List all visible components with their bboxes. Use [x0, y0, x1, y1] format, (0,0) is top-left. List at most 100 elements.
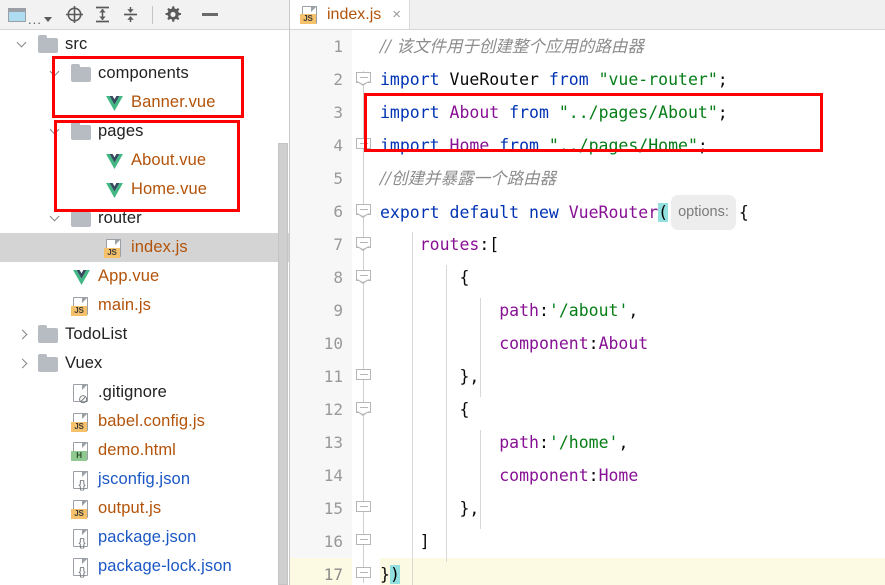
project-tree[interactable]: src components Banner.vue pages About.vue Hom…: [0, 30, 289, 585]
tree-item-home-vue[interactable]: Home.vue: [0, 175, 289, 204]
tree-item-todolist[interactable]: TodoList: [0, 320, 289, 349]
code-line[interactable]: path:'/home',: [380, 426, 885, 459]
tree-item-about-vue[interactable]: About.vue: [0, 146, 289, 175]
fold-toggle[interactable]: [356, 534, 371, 549]
tree-item-label: babel.config.js: [98, 412, 205, 430]
code-token: About: [449, 103, 510, 122]
tree-item-router[interactable]: router: [0, 204, 289, 233]
close-icon[interactable]: ×: [392, 7, 401, 22]
code-token: // 该文件用于创建整个应用的路由器: [380, 37, 644, 56]
code-token: :: [588, 334, 599, 353]
code-line[interactable]: import Home from "../pages/Home";: [380, 129, 885, 162]
tree-no-arrow: [48, 414, 63, 429]
tab-index-js[interactable]: JS index.js ×: [290, 0, 411, 29]
fold-toggle[interactable]: [356, 237, 371, 252]
code-token: VueRouter: [568, 203, 659, 222]
code-line[interactable]: {: [380, 393, 885, 426]
tree-item-label: router: [98, 209, 142, 227]
code-token: }: [380, 565, 390, 584]
fold-toggle[interactable]: [356, 369, 371, 384]
line-number: 16: [323, 532, 343, 551]
code-line[interactable]: },: [380, 492, 885, 525]
tree-item-main-js[interactable]: JS main.js: [0, 291, 289, 320]
fold-toggle[interactable]: [356, 138, 371, 153]
select-opened-file-button[interactable]: [62, 3, 88, 27]
ide-window: ... src components Banner.vue pages Abou…: [0, 0, 885, 585]
fold-toggle[interactable]: [356, 270, 371, 285]
tree-item-app-vue[interactable]: App.vue: [0, 262, 289, 291]
code-line[interactable]: {: [380, 261, 885, 294]
vue-file-icon: [71, 267, 93, 287]
code-folding-gutter[interactable]: [352, 30, 376, 585]
code-text[interactable]: // 该文件用于创建整个应用的路由器 import VueRouter from …: [376, 30, 885, 585]
chevron-down-icon[interactable]: [48, 124, 63, 139]
chevron-down-icon[interactable]: [15, 37, 30, 52]
tree-scrollbar-thumb[interactable]: [278, 143, 288, 585]
chevron-right-icon[interactable]: [15, 327, 30, 342]
code-line[interactable]: ]: [380, 525, 885, 558]
code-line[interactable]: }): [380, 558, 885, 585]
chevron-right-icon[interactable]: [15, 356, 30, 371]
settings-button[interactable]: [161, 3, 187, 27]
tree-item-banner-vue[interactable]: Banner.vue: [0, 88, 289, 117]
tree-item-output-js[interactable]: JS output.js: [0, 494, 289, 523]
line-number: 3: [333, 103, 343, 122]
code-token: Home: [598, 466, 639, 485]
json-file-icon: {}: [71, 470, 93, 491]
line-number: 12: [323, 400, 343, 419]
code-token: //创建并暴露一个路由器: [380, 169, 557, 188]
code-line[interactable]: component:About: [380, 327, 885, 360]
code-line[interactable]: routes:[: [380, 228, 885, 261]
code-line[interactable]: export default new VueRouter(options:{: [380, 195, 885, 230]
fold-toggle[interactable]: [356, 501, 371, 516]
code-line[interactable]: component:Home: [380, 459, 885, 492]
tree-item-jsconfig-json[interactable]: {} jsconfig.json: [0, 465, 289, 494]
indent-guide: [446, 265, 447, 562]
tree-item-gitignore[interactable]: ⊘ .gitignore: [0, 378, 289, 407]
js-file-icon: JS: [300, 5, 320, 25]
tree-item-label: main.js: [98, 296, 151, 314]
code-line[interactable]: },: [380, 360, 885, 393]
chevron-down-icon: [43, 16, 52, 22]
code-token: ]: [380, 532, 430, 551]
line-number: 1: [333, 37, 343, 56]
chevron-down-icon[interactable]: [48, 211, 63, 226]
tree-item-components[interactable]: components: [0, 59, 289, 88]
line-number: 11: [323, 367, 343, 386]
chevron-down-icon[interactable]: [48, 66, 63, 81]
fold-toggle[interactable]: [356, 204, 371, 219]
tree-item-vuex[interactable]: Vuex: [0, 349, 289, 378]
code-line[interactable]: import About from "../pages/About";: [380, 96, 885, 129]
tree-no-arrow: [48, 385, 63, 400]
code-token: ,: [628, 301, 639, 320]
code-token: ;: [697, 136, 708, 155]
code-token: path: [499, 433, 539, 452]
line-number: 14: [323, 466, 343, 485]
tree-item-index-js[interactable]: JS index.js: [0, 233, 289, 262]
code-line[interactable]: //创建并暴露一个路由器: [380, 162, 885, 195]
tree-item-label: index.js: [131, 238, 188, 256]
line-number: 15: [323, 499, 343, 518]
tree-item-src[interactable]: src: [0, 30, 289, 59]
tree-item-babel-config-js[interactable]: JS babel.config.js: [0, 407, 289, 436]
code-line[interactable]: path:'/about',: [380, 294, 885, 327]
code-token: "vue-router": [598, 70, 718, 89]
code-line[interactable]: // 该文件用于创建整个应用的路由器: [380, 30, 885, 63]
hide-panel-button[interactable]: [197, 3, 223, 27]
project-toolbar: ...: [0, 0, 289, 30]
project-view-selector[interactable]: ...: [8, 3, 52, 27]
fold-toggle[interactable]: [356, 402, 371, 417]
tree-item-pages[interactable]: pages: [0, 117, 289, 146]
tab-label: index.js: [327, 5, 382, 23]
fold-toggle[interactable]: [356, 567, 371, 582]
tree-item-package-json[interactable]: {} package.json: [0, 523, 289, 552]
tree-scrollbar-track[interactable]: [277, 30, 289, 585]
code-editor[interactable]: 1 2 3 4 5 6 7 8 9 10 11 12 13 14 15 16 17 // 该文件用于创建整个应用…: [290, 30, 885, 585]
tree-item-label: demo.html: [98, 441, 176, 459]
expand-all-button[interactable]: [90, 3, 116, 27]
tree-item-package-lock-json[interactable]: {} package-lock.json: [0, 552, 289, 581]
tree-item-demo-html[interactable]: Hdemo.html: [0, 436, 289, 465]
code-line[interactable]: import VueRouter from "vue-router";: [380, 63, 885, 96]
collapse-all-button[interactable]: [118, 3, 144, 27]
fold-toggle[interactable]: [356, 72, 371, 87]
